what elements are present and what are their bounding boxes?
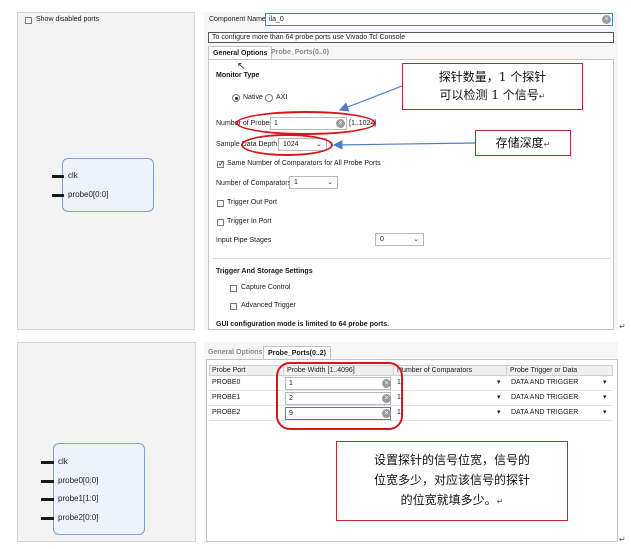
chevron-down-icon[interactable]: ▾ <box>603 378 607 386</box>
chevron-down-icon[interactable]: ▾ <box>603 408 607 416</box>
pin-label-clk-bottom: clk <box>58 457 68 466</box>
pin-probe2-bottom <box>41 517 54 520</box>
column-header-comparators: Number of Comparators <box>394 365 507 376</box>
pin-label-probe0-bottom: probe0[0:0] <box>58 476 99 485</box>
chevron-down-icon[interactable]: ▾ <box>603 393 607 401</box>
arrow-to-sample-depth <box>332 140 476 150</box>
tab-probe-ports-bottom-label: Probe_Ports(0..2) <box>268 350 326 357</box>
probe-port-cell: PROBE0 <box>212 379 241 386</box>
pin-label-probe2-bottom: probe2[0:0] <box>58 513 99 522</box>
column-header-probe-port: Probe Port <box>209 365 284 376</box>
paragraph-mark: ↵ <box>619 535 626 544</box>
pin-clk-bottom <box>41 461 54 464</box>
chevron-down-icon[interactable]: ▾ <box>497 393 501 401</box>
callout-probe-width-line3: 的位宽就填多少。↵ <box>400 493 504 507</box>
pin-label-probe1-bottom: probe1[1:0] <box>58 494 99 503</box>
trigger-data-cell[interactable]: DATA AND TRIGGER <box>511 409 578 416</box>
probe-port-cell: PROBE2 <box>212 409 241 416</box>
callout-probe-width-line2: 位宽多少，对应该信号的探针 <box>373 473 530 487</box>
trigger-data-cell[interactable]: DATA AND TRIGGER <box>511 379 578 386</box>
tab-general-options-bottom[interactable]: General Options <box>204 346 266 360</box>
probe-port-cell: PROBE1 <box>212 394 241 401</box>
tab-general-options-bottom-label: General Options <box>208 349 263 356</box>
chevron-down-icon[interactable]: ▾ <box>497 408 501 416</box>
arrow-to-num-probes <box>338 85 403 112</box>
chevron-down-icon[interactable]: ▾ <box>497 378 501 386</box>
trigger-data-cell[interactable]: DATA AND TRIGGER <box>511 394 578 401</box>
pin-probe1-bottom <box>41 498 54 501</box>
callout-probe-width: 设置探针的信号位宽，信号的 位宽多少，对应该信号的探针 的位宽就填多少。↵ <box>336 441 568 521</box>
callout-probe-width-line1: 设置探针的信号位宽，信号的 <box>373 453 530 467</box>
pin-probe0-bottom <box>41 480 54 483</box>
tab-probe-ports-bottom[interactable]: Probe_Ports(0..2) <box>263 346 331 360</box>
column-header-trigger-data: Probe Trigger or Data <box>510 367 578 374</box>
annotation-box-probe-width <box>276 362 403 430</box>
